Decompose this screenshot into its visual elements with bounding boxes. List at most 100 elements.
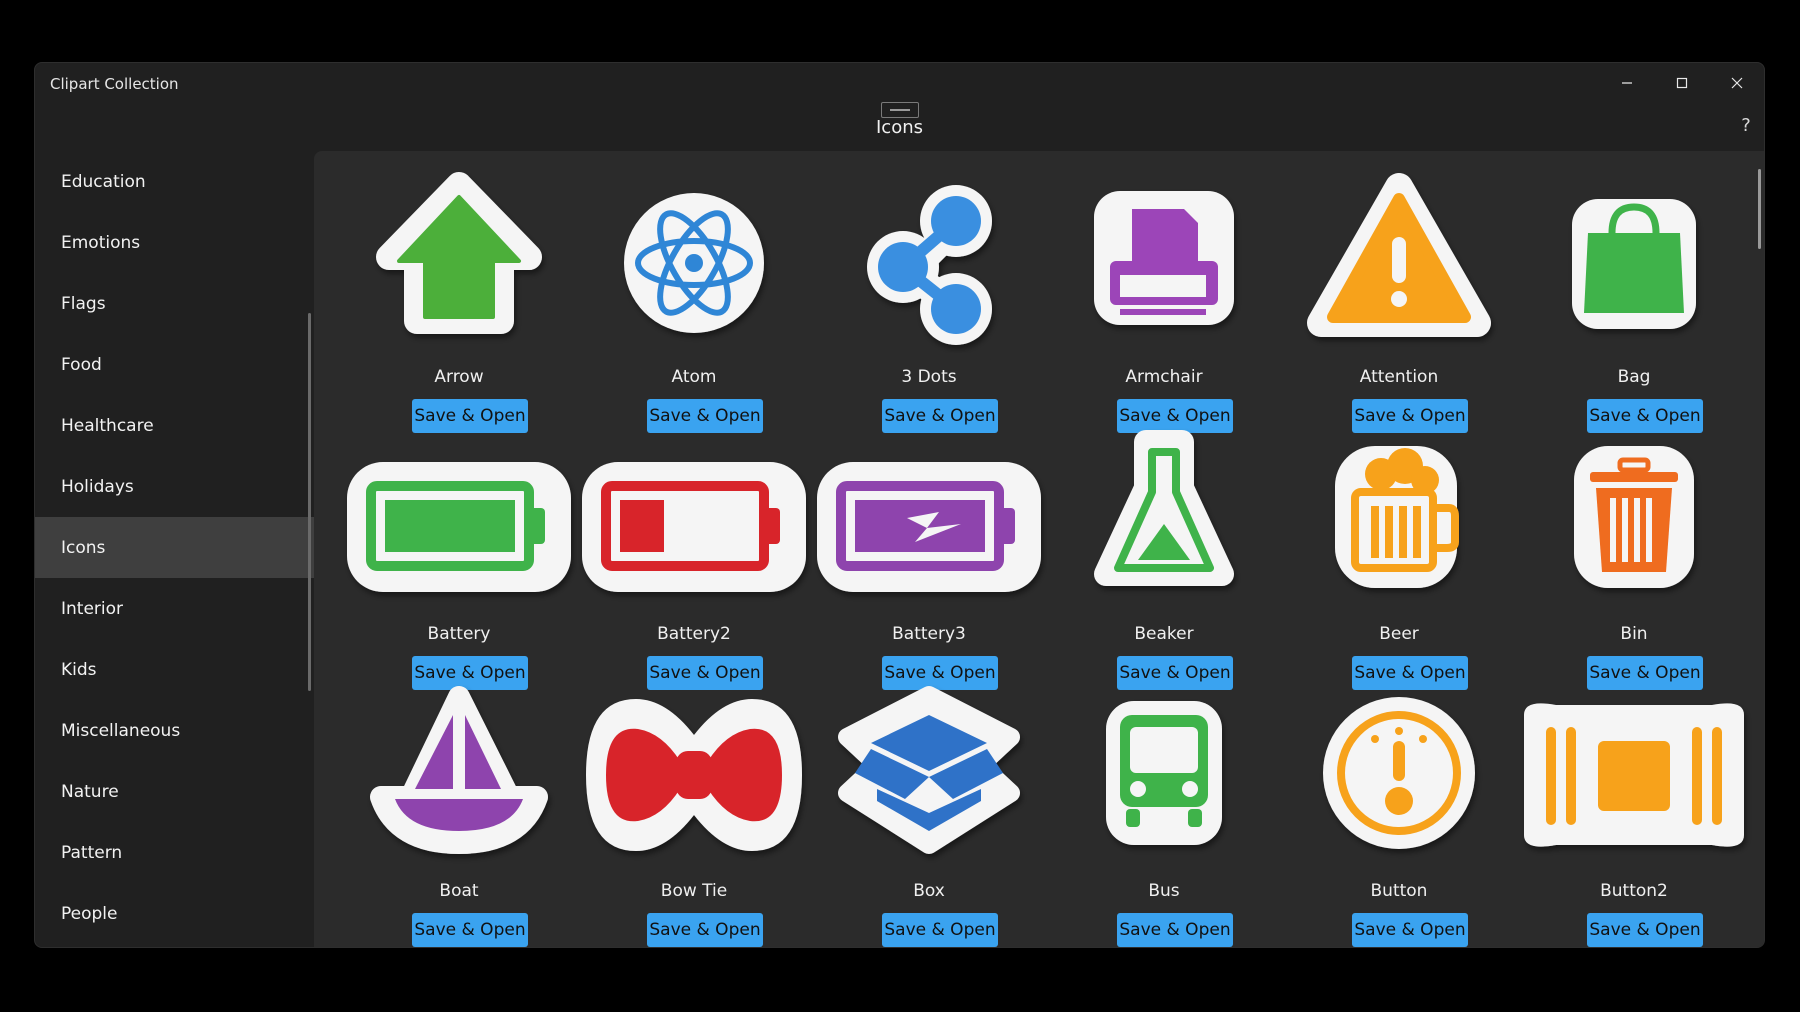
clipart-image[interactable] xyxy=(811,428,1047,610)
gallery-scrollbar[interactable] xyxy=(1758,169,1761,249)
sidebar-item-miscellaneous[interactable]: Miscellaneous xyxy=(35,700,314,761)
drag-handle[interactable] xyxy=(881,102,919,118)
sidebar-item-kids[interactable]: Kids xyxy=(35,639,314,700)
clipart-label: Bus xyxy=(1148,881,1180,901)
clipart-tile: Button2 Save & Open xyxy=(1516,685,1752,947)
app-title: Clipart Collection xyxy=(50,75,179,93)
sidebar-item-healthcare[interactable]: Healthcare xyxy=(35,395,314,456)
clipart-label: Beer xyxy=(1379,624,1419,644)
sidebar-item-food[interactable]: Food xyxy=(35,334,314,395)
app-window: Clipart Collection Icons ? Education Emot… xyxy=(34,62,1765,948)
sidebar-item-pattern[interactable]: Pattern xyxy=(35,822,314,883)
clipart-tile: Boat Save & Open xyxy=(341,685,577,947)
clipart-label: Battery3 xyxy=(892,624,966,644)
bow-tie-icon xyxy=(586,699,802,851)
clipart-tile: Atom Save & Open xyxy=(576,171,812,433)
battery-low-icon xyxy=(582,462,806,592)
clipart-label: Arrow xyxy=(434,367,484,387)
clipart-image[interactable] xyxy=(1281,685,1517,867)
clipart-label: Battery2 xyxy=(657,624,731,644)
save-open-button[interactable]: Save & Open xyxy=(647,913,763,947)
clipart-image[interactable] xyxy=(1516,428,1752,610)
clipart-image[interactable] xyxy=(576,171,812,353)
clipart-image[interactable] xyxy=(1046,685,1282,867)
clipart-label: Button xyxy=(1370,881,1428,901)
close-icon xyxy=(1731,77,1742,89)
dial-icon xyxy=(1323,697,1475,849)
clipart-image[interactable] xyxy=(1281,171,1517,353)
clipart-label: Beaker xyxy=(1134,624,1194,644)
save-open-button[interactable]: Save & Open xyxy=(1352,913,1468,947)
beaker-icon xyxy=(1094,430,1234,586)
clipart-tile: Battery3 Save & Open xyxy=(811,428,1047,690)
sidebar-item-education[interactable]: Education xyxy=(35,151,314,212)
sidebar-scrollbar[interactable] xyxy=(308,313,311,691)
clipart-image[interactable] xyxy=(1046,428,1282,610)
clipart-tile: Beaker Save & Open xyxy=(1046,428,1282,690)
sidebar-item-emotions[interactable]: Emotions xyxy=(35,212,314,273)
clipart-image[interactable] xyxy=(1281,428,1517,610)
clipart-tile: Attention Save & Open xyxy=(1281,171,1517,433)
clipart-label: Button2 xyxy=(1600,881,1668,901)
clipart-image[interactable] xyxy=(341,685,577,867)
armchair-icon xyxy=(1094,191,1234,325)
clipart-image[interactable] xyxy=(341,171,577,353)
clipart-tile: Battery Save & Open xyxy=(341,428,577,690)
sidebar-item-holidays[interactable]: Holidays xyxy=(35,456,314,517)
title-bar[interactable]: Clipart Collection xyxy=(35,63,1764,103)
battery-icon xyxy=(347,462,571,592)
button-bar-icon xyxy=(1524,703,1744,847)
clipart-image[interactable] xyxy=(811,685,1047,867)
clipart-tile: Bag Save & Open xyxy=(1516,171,1752,433)
close-button[interactable] xyxy=(1709,63,1764,103)
clipart-label: Bin xyxy=(1620,624,1648,644)
clipart-label: Boat xyxy=(439,881,479,901)
clipart-tile: 3 Dots Save & Open xyxy=(811,171,1047,433)
clipart-image[interactable] xyxy=(1516,685,1752,867)
clipart-label: Box xyxy=(913,881,945,901)
clipart-image[interactable] xyxy=(1046,171,1282,353)
clipart-tile: Bus Save & Open xyxy=(1046,685,1282,947)
clipart-label: 3 Dots xyxy=(901,367,957,387)
boat-icon xyxy=(370,686,548,854)
clipart-label: Bag xyxy=(1617,367,1651,387)
sidebar-item-nature[interactable]: Nature xyxy=(35,761,314,822)
sidebar-item-interior[interactable]: Interior xyxy=(35,578,314,639)
battery-charging-icon xyxy=(817,462,1041,592)
sidebar-item-icons[interactable]: Icons xyxy=(35,517,314,578)
clipart-tile: Arrow Save & Open xyxy=(341,171,577,433)
save-open-button[interactable]: Save & Open xyxy=(412,913,528,947)
bus-icon xyxy=(1106,701,1222,845)
clipart-tile: Bin Save & Open xyxy=(1516,428,1752,690)
clipart-image[interactable] xyxy=(1516,171,1752,353)
clipart-image[interactable] xyxy=(576,685,812,867)
page-title: Icons xyxy=(875,117,923,138)
clipart-label: Battery xyxy=(427,624,491,644)
sidebar-item-flags[interactable]: Flags xyxy=(35,273,314,334)
clipart-image[interactable] xyxy=(576,428,812,610)
icon-gallery: Arrow Save & Open Atom Save & Open 3 Dots S… xyxy=(314,151,1764,947)
save-open-button[interactable]: Save & Open xyxy=(1587,913,1703,947)
sidebar-item-people[interactable]: People xyxy=(35,883,314,944)
clipart-label: Bow Tie xyxy=(660,881,728,901)
save-open-button[interactable]: Save & Open xyxy=(882,913,998,947)
clipart-tile: Bow Tie Save & Open xyxy=(576,685,812,947)
arrow-icon xyxy=(376,172,542,334)
clipart-image[interactable] xyxy=(341,428,577,610)
clipart-tile: Battery2 Save & Open xyxy=(576,428,812,690)
clipart-tile: Button Save & Open xyxy=(1281,685,1517,947)
clipart-tile: Box Save & Open xyxy=(811,685,1047,947)
bag-icon xyxy=(1572,199,1696,329)
atom-icon xyxy=(624,193,764,333)
beer-icon xyxy=(1335,446,1459,588)
help-button[interactable]: ? xyxy=(1736,115,1756,136)
warning-icon xyxy=(1307,173,1491,337)
maximize-button[interactable] xyxy=(1654,63,1709,103)
category-sidebar: Education Emotions Flags Food Healthcare Holi… xyxy=(35,151,314,947)
box-icon xyxy=(838,686,1020,854)
clipart-label: Atom xyxy=(671,367,717,387)
clipart-image[interactable] xyxy=(811,171,1047,353)
minimize-button[interactable] xyxy=(1599,63,1654,103)
save-open-button[interactable]: Save & Open xyxy=(1117,913,1233,947)
clipart-label: Attention xyxy=(1359,367,1439,387)
